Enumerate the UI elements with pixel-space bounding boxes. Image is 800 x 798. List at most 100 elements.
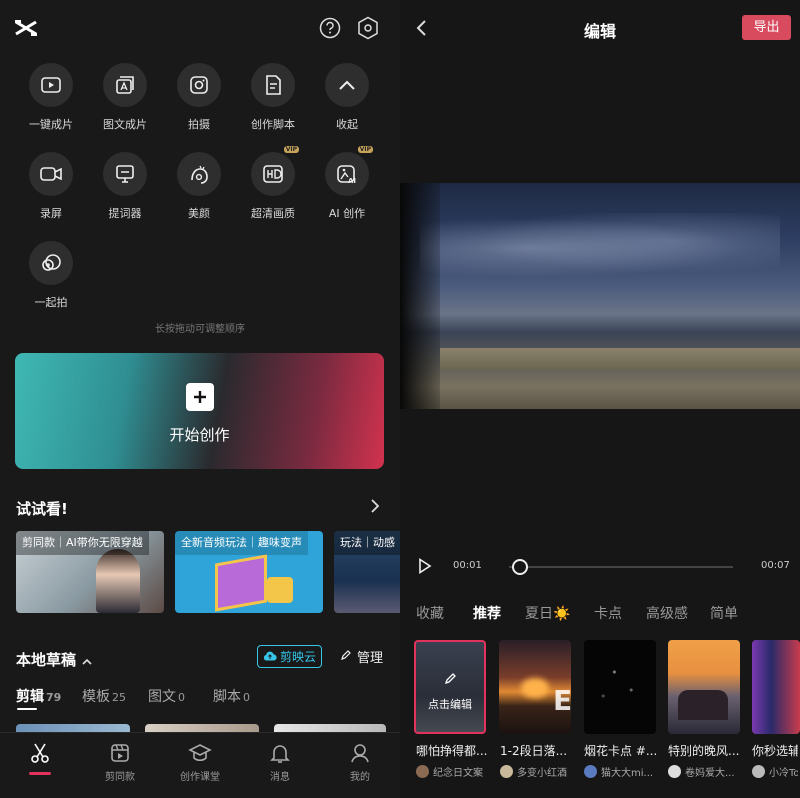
tool-label: 拍摄 <box>188 118 210 131</box>
tool-hd[interactable]: VIP 超清画质 <box>235 146 311 221</box>
tool-script[interactable]: 创作脚本 <box>235 63 311 132</box>
tool-chevron-up[interactable]: 收起 <box>309 63 385 132</box>
tool-play-box[interactable]: 一键成片 <box>13 63 89 132</box>
nav-graduation-cap[interactable]: 创作课堂 <box>160 742 240 783</box>
filter-tab[interactable]: 简单 <box>710 603 738 623</box>
script-icon <box>262 74 284 96</box>
author-name: 猫大大mi... <box>601 768 654 779</box>
nav-active-indicator <box>29 772 51 775</box>
filter-tab[interactable]: 夏日☀️ <box>525 603 570 623</box>
chevron-up-icon <box>82 651 92 669</box>
reorder-hint: 长按拖动可调整顺序 <box>155 324 245 335</box>
author-avatar <box>584 765 597 778</box>
nav-clapper[interactable]: 剪同款 <box>80 742 160 783</box>
tool-icon-circle <box>103 63 147 107</box>
bell-icon <box>269 742 291 764</box>
draft-tab-label: 剪辑 <box>16 689 44 705</box>
progress-track[interactable] <box>509 566 733 568</box>
template-author[interactable]: 小冷To <box>752 764 798 779</box>
template-card[interactable]: E <box>499 640 571 734</box>
together-icon <box>40 252 62 274</box>
template-card[interactable] <box>752 640 800 734</box>
try-card-1[interactable]: 剪同款｜AI带你无限穿越 <box>16 531 164 613</box>
template-author[interactable]: 多变小红酒 <box>500 764 580 779</box>
tool-icon-circle <box>177 63 221 107</box>
filter-tab[interactable]: 卡点 <box>594 603 622 623</box>
time-total: 00:07 <box>761 560 790 571</box>
video-preview[interactable] <box>400 183 800 409</box>
author-avatar <box>752 765 765 778</box>
nav-bell[interactable]: 消息 <box>240 742 320 783</box>
filter-tab[interactable]: 推荐 <box>473 603 501 623</box>
tool-label: 收起 <box>336 118 358 131</box>
tool-beauty[interactable]: 美颜 <box>161 152 237 221</box>
overlay-letter: E <box>553 684 571 717</box>
tool-image-text[interactable]: 图文成片 <box>87 63 163 132</box>
pencil-icon <box>340 649 352 665</box>
chevron-up-icon <box>338 79 356 91</box>
tool-ai-create[interactable]: AI VIP AI 创作 <box>309 146 385 221</box>
draft-tab-label: 图文 <box>148 689 176 705</box>
teleprompter-icon <box>114 163 136 185</box>
home-panel: 一键成片 图文成片 拍摄 创作脚本 收起 录屏 提词器 美颜 VIP 超清画质 AI VIP AI 创作… <box>0 0 400 798</box>
template-title[interactable]: 烟花卡点 #... <box>584 742 664 759</box>
vip-badge: VIP <box>357 146 373 153</box>
card-illustration-shape <box>267 577 293 603</box>
tool-together[interactable]: 一起拍 <box>13 241 89 310</box>
manage-button[interactable]: 管理 <box>340 647 383 666</box>
draft-tab[interactable]: 模板 25 <box>82 686 126 706</box>
video-record-icon <box>39 163 63 185</box>
start-creating-button[interactable]: 开始创作 <box>15 353 384 469</box>
nav-label: 我的 <box>350 772 370 783</box>
hd-icon <box>262 163 284 185</box>
draft-tab[interactable]: 剪辑 79 <box>16 686 61 706</box>
settings-icon[interactable] <box>357 16 379 40</box>
tool-icon-circle <box>177 152 221 196</box>
pencil-icon <box>444 670 458 689</box>
template-author[interactable]: 卷妈爱大... <box>668 764 748 779</box>
tool-icon-circle <box>251 63 295 107</box>
drafts-title[interactable]: 本地草稿 <box>16 649 92 670</box>
time-current: 00:01 <box>453 560 482 571</box>
cloud-label: 剪映云 <box>279 650 316 664</box>
try-more-chevron-icon[interactable] <box>370 498 380 517</box>
ai-create-icon: AI <box>336 163 358 185</box>
template-card[interactable] <box>584 640 656 734</box>
nav-scissors[interactable] <box>0 742 80 775</box>
manage-label: 管理 <box>357 651 384 666</box>
template-author[interactable]: 纪念日文案 <box>416 764 496 779</box>
author-name: 纪念日文案 <box>433 768 483 779</box>
template-title[interactable]: 1-2段日落... <box>500 742 580 759</box>
nav-person[interactable]: 我的 <box>320 742 400 783</box>
tool-teleprompter[interactable]: 提词器 <box>87 152 163 221</box>
tool-camera[interactable]: 拍摄 <box>161 63 237 132</box>
cloud-button[interactable]: 剪映云 <box>257 645 322 668</box>
template-title[interactable]: 你秒选辅 <box>752 742 798 759</box>
try-section-title: 试试看! <box>16 500 68 518</box>
draft-tab-count: 0 <box>178 691 185 704</box>
help-icon[interactable] <box>319 17 341 39</box>
card-portrait <box>96 549 140 613</box>
filter-tab[interactable]: 收藏 <box>416 603 444 623</box>
draft-tab[interactable]: 脚本 0 <box>213 686 250 706</box>
cloud-icon <box>263 650 277 664</box>
editor-title: 编辑 <box>583 22 616 41</box>
try-card-3[interactable]: 玩法｜动感 <box>334 531 400 613</box>
template-card[interactable] <box>668 640 740 734</box>
template-title[interactable]: 特别的晚风... <box>668 742 748 759</box>
svg-text:AI: AI <box>348 177 356 185</box>
progress-knob[interactable] <box>511 559 528 575</box>
template-author[interactable]: 猫大大mi... <box>584 764 664 779</box>
try-card-2[interactable]: 全新音频玩法｜趣味变声 <box>175 531 323 613</box>
draft-tab[interactable]: 图文 0 <box>148 686 185 706</box>
tool-label: 美颜 <box>188 207 210 220</box>
play-icon[interactable] <box>418 558 432 578</box>
tool-video-record[interactable]: 录屏 <box>13 152 89 221</box>
template-title[interactable]: 哪怕挣得都... <box>416 742 496 759</box>
export-button[interactable]: 导出 <box>742 15 791 40</box>
template-card-edit[interactable]: 点击编辑 <box>414 640 486 734</box>
tool-label: 超清画质 <box>251 207 295 220</box>
draft-tab-count: 0 <box>243 691 250 704</box>
nav-label: 剪同款 <box>105 772 135 783</box>
filter-tab[interactable]: 高级感 <box>646 603 688 623</box>
